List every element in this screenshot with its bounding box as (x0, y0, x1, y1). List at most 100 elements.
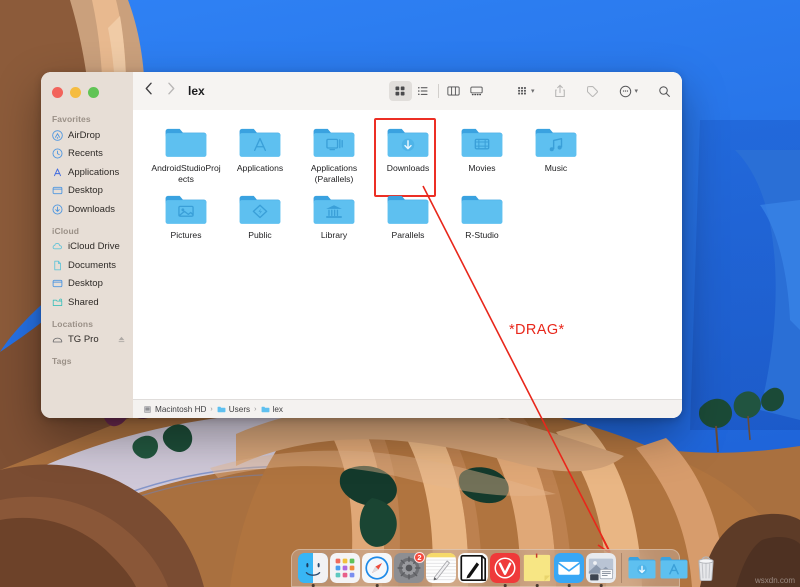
file-name: Movies (447, 163, 517, 174)
dock-item-safari[interactable] (362, 553, 392, 583)
file-name: Library (299, 230, 369, 241)
share-button[interactable] (554, 84, 566, 98)
file-item-public[interactable]: Public (223, 189, 297, 241)
sidebar-item-documents[interactable]: Documents (41, 256, 133, 275)
file-item-movies[interactable]: Movies (445, 122, 519, 184)
finder-main: lex (133, 72, 682, 418)
sidebar-item-airdrop[interactable]: AirDrop (41, 126, 133, 145)
path-bar[interactable]: Macintosh HD › Users › lex (133, 399, 682, 418)
folder-icon (534, 125, 578, 160)
notes-icon (426, 553, 456, 583)
dock-item-trash[interactable] (691, 553, 721, 583)
shared-folder-icon (52, 297, 63, 308)
window-controls[interactable] (41, 78, 133, 107)
folder-icon (386, 125, 430, 160)
path-segment-lex[interactable]: lex (261, 405, 283, 414)
sidebar-item-recents[interactable]: Recents (41, 145, 133, 164)
tags-button[interactable] (586, 85, 599, 98)
drag-label: *DRAG* (509, 322, 565, 338)
close-button[interactable] (52, 87, 63, 98)
sidebar-section-icloud: iCloud (41, 219, 133, 238)
file-name: Parallels (373, 230, 443, 241)
sidebar-item-tg-pro[interactable]: TG Pro (41, 331, 133, 350)
file-item-androidstudioprojects[interactable]: AndroidStudioProjects (149, 122, 223, 184)
path-separator: › (254, 406, 256, 413)
icon-view-button[interactable] (389, 81, 412, 101)
appstore-icon (52, 167, 63, 178)
folder-icon (164, 125, 208, 160)
harddisk-icon (143, 405, 152, 414)
dock-item-sketch[interactable] (458, 553, 488, 583)
path-label: lex (273, 405, 283, 414)
folder-icon (460, 125, 504, 160)
dock-item-system-preferences[interactable]: 2 (394, 553, 424, 583)
sidebar-item-applications[interactable]: Applications (41, 163, 133, 182)
sidebar-item-label: TG Pro (68, 334, 99, 345)
file-grid[interactable]: AndroidStudioProjects Applications (133, 110, 682, 399)
folder-icon (460, 192, 504, 227)
dock-item-stickies[interactable] (522, 553, 552, 583)
group-by-button[interactable]: ▾ (516, 85, 535, 98)
dock-item-notes[interactable] (426, 553, 456, 583)
view-mode-group[interactable] (389, 81, 488, 101)
column-view-button[interactable] (442, 81, 465, 101)
finder-toolbar[interactable]: lex (133, 72, 682, 110)
sidebar-item-label: Desktop (68, 278, 103, 289)
minimize-button[interactable] (70, 87, 81, 98)
sidebar-item-label: Shared (68, 297, 99, 308)
file-name: Music (521, 163, 591, 174)
file-item-r-studio[interactable]: R-Studio (445, 189, 519, 241)
folder-icon (238, 125, 282, 160)
file-item-music[interactable]: Music (519, 122, 593, 184)
path-separator: › (210, 406, 212, 413)
folder-icon (312, 192, 356, 227)
airdrop-icon (52, 130, 63, 141)
sidebar-item-icloud-drive[interactable]: iCloud Drive (41, 238, 133, 257)
cloud-icon (52, 241, 63, 252)
file-item-pictures[interactable]: Pictures (149, 189, 223, 241)
dock-separator (621, 553, 622, 583)
file-item-applications-parallels[interactable]: Applications (Parallels) (297, 122, 371, 184)
file-item-library[interactable]: Library (297, 189, 371, 241)
sidebar-item-downloads[interactable]: Downloads (41, 200, 133, 219)
dock-item-vivaldi[interactable] (490, 553, 520, 583)
notification-badge: 2 (414, 552, 425, 563)
dock-item-mail[interactable] (554, 553, 584, 583)
file-name: Downloads (373, 163, 443, 174)
file-item-parallels[interactable]: Parallels (371, 189, 445, 241)
finder-window[interactable]: Favorites AirDrop Recents Applications (41, 72, 682, 418)
file-name: Applications (Parallels) (299, 163, 369, 184)
sketch-app-icon (458, 553, 488, 583)
sidebar-section-locations: Locations (41, 312, 133, 331)
sidebar-item-label: AirDrop (68, 130, 100, 141)
chevron-down-icon: ▾ (634, 87, 638, 95)
file-item-applications[interactable]: Applications (223, 122, 297, 184)
finder-sidebar[interactable]: Favorites AirDrop Recents Applications (41, 72, 133, 418)
search-button[interactable] (658, 85, 671, 98)
dock[interactable]: 2 (291, 549, 680, 587)
sidebar-item-desktop-icloud[interactable]: Desktop (41, 275, 133, 294)
dock-item-downloads-folder[interactable] (627, 553, 657, 583)
dock-item-applications-folder[interactable] (659, 553, 689, 583)
forward-icon[interactable] (167, 82, 175, 100)
gallery-view-button[interactable] (465, 81, 488, 101)
folder-icon (238, 192, 282, 227)
back-icon[interactable] (145, 82, 153, 100)
path-segment-macintosh-hd[interactable]: Macintosh HD (143, 405, 206, 414)
sidebar-item-desktop[interactable]: Desktop (41, 182, 133, 201)
dock-item-launchpad[interactable] (330, 553, 360, 583)
more-actions-button[interactable]: ▾ (619, 85, 638, 98)
downloads-folder-icon (627, 553, 657, 583)
chevron-down-icon: ▾ (531, 87, 535, 95)
zoom-button[interactable] (88, 87, 99, 98)
file-row: Pictures Public (133, 189, 682, 241)
sidebar-item-shared[interactable]: Shared (41, 293, 133, 312)
list-view-button[interactable] (412, 81, 435, 101)
path-segment-users[interactable]: Users (217, 405, 250, 414)
navigation-buttons[interactable] (145, 82, 175, 100)
dock-item-finder[interactable] (298, 553, 328, 583)
file-item-downloads[interactable]: Downloads (371, 122, 445, 184)
dock-item-preview[interactable] (586, 553, 616, 583)
eject-icon[interactable] (117, 335, 126, 347)
download-icon (52, 204, 63, 215)
